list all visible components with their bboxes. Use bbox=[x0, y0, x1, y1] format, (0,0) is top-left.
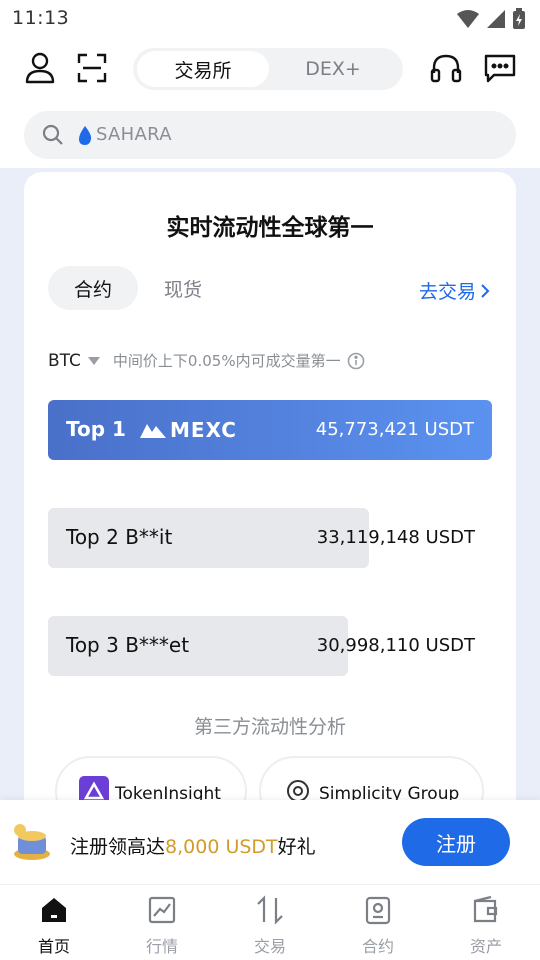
chevron-right-icon bbox=[481, 283, 490, 298]
top-nav: 交易所 DEX+ bbox=[0, 40, 540, 98]
nav-home[interactable]: 首页 bbox=[14, 895, 94, 957]
market-selector[interactable]: BTC 中间价上下0.05%内可成交量第一 bbox=[48, 350, 365, 371]
nav-trade[interactable]: 交易 bbox=[230, 895, 310, 957]
register-button[interactable]: 注册 bbox=[402, 818, 510, 866]
battery-icon bbox=[513, 8, 525, 29]
wallet-icon bbox=[473, 895, 498, 923]
nav-markets[interactable]: 行情 bbox=[122, 895, 202, 957]
rank-3-bar: Top 3 B***et bbox=[48, 616, 348, 676]
info-icon[interactable] bbox=[347, 352, 365, 370]
status-time: 11:13 bbox=[12, 7, 70, 29]
caret-down-icon bbox=[87, 356, 100, 365]
rank-1-value: 45,773,421 USDT bbox=[315, 419, 474, 440]
tab-futures[interactable]: 合约 bbox=[48, 266, 138, 310]
rank-2-label: Top 2 B**it bbox=[66, 525, 173, 549]
status-bar: 11:13 bbox=[0, 0, 540, 36]
liquidity-card: 实时流动性全球第一 合约 现货 去交易 BTC 中间价上下0.05%内可成交量第… bbox=[24, 172, 516, 852]
tab-exchange[interactable]: 交易所 bbox=[137, 51, 269, 87]
message-icon[interactable] bbox=[482, 50, 518, 86]
market-description: 中间价上下0.05%内可成交量第一 bbox=[112, 352, 341, 370]
bottom-nav: 首页 行情 交易 合约 资产 bbox=[0, 884, 540, 960]
rank-1-bar: Top 1 MEXC 45,773,421 USDT bbox=[48, 400, 492, 460]
wifi-icon bbox=[457, 10, 479, 28]
rank-3-value: 30,998,110 USDT bbox=[316, 635, 475, 656]
nav-futures[interactable]: 合约 bbox=[338, 895, 418, 957]
section-title: 第三方流动性分析 bbox=[193, 716, 346, 738]
gift-coins-icon bbox=[14, 824, 50, 860]
promo-text: 注册领高达8,000 USDT好礼 bbox=[70, 836, 316, 858]
nav-assets[interactable]: 资产 bbox=[446, 895, 526, 957]
card-title: 实时流动性全球第一 bbox=[166, 215, 374, 241]
go-trade-link[interactable]: 去交易 bbox=[419, 277, 490, 304]
chart-icon bbox=[148, 896, 176, 924]
home-icon bbox=[42, 898, 66, 922]
promo-banner: 注册领高达8,000 USDT好礼 注册 bbox=[0, 800, 540, 884]
rank-2-value: 33,119,148 USDT bbox=[316, 527, 475, 548]
promo-amount: 8,000 USDT bbox=[165, 836, 278, 858]
go-trade-label: 去交易 bbox=[418, 281, 476, 303]
user-icon[interactable] bbox=[22, 50, 58, 86]
mexc-logo: MEXC bbox=[140, 418, 237, 442]
contract-icon bbox=[365, 896, 391, 925]
status-icons bbox=[456, 8, 526, 30]
scan-icon[interactable] bbox=[74, 50, 110, 86]
tab-dex-plus[interactable]: DEX+ bbox=[267, 51, 399, 87]
headset-icon[interactable] bbox=[428, 50, 464, 86]
search-input[interactable]: SAHARA bbox=[24, 111, 516, 159]
rank-3-label: Top 3 B***et bbox=[66, 633, 190, 657]
signal-icon bbox=[487, 10, 505, 28]
exchange-mode-switch: 交易所 DEX+ bbox=[133, 48, 403, 90]
market-asset: BTC bbox=[48, 350, 81, 371]
rank-1-label: Top 1 bbox=[66, 417, 126, 441]
search-icon bbox=[42, 124, 63, 145]
search-placeholder: SAHARA bbox=[96, 124, 172, 145]
flame-icon bbox=[79, 126, 92, 145]
swap-icon bbox=[257, 895, 283, 925]
tab-spot[interactable]: 现货 bbox=[142, 266, 224, 310]
